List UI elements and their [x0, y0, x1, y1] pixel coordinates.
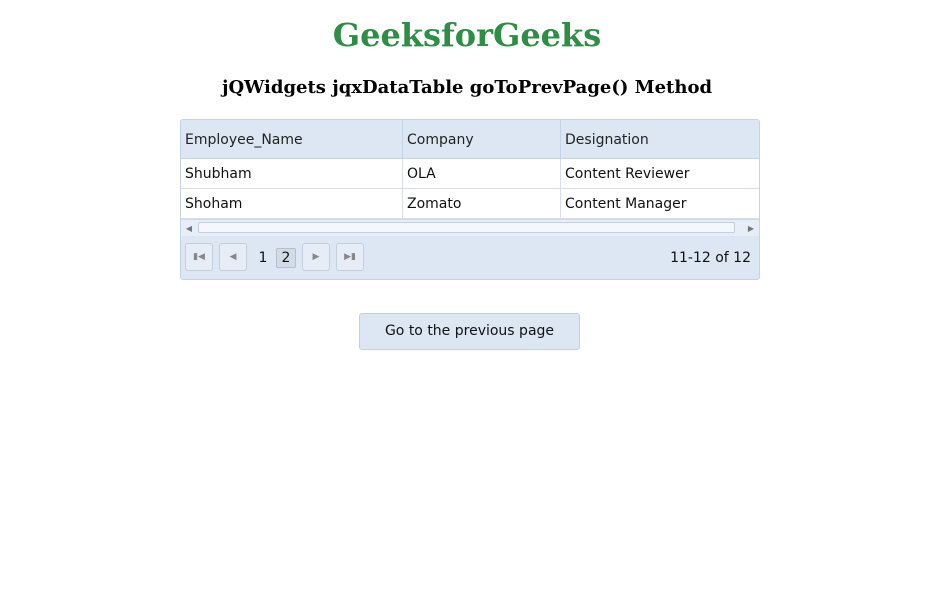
table-row[interactable]: Shoham Zomato Content Manager	[181, 189, 759, 219]
table-row[interactable]: Shubham OLA Content Reviewer	[181, 159, 759, 189]
scrollbar-thumb[interactable]	[198, 222, 735, 233]
table-cell[interactable]: OLA	[403, 159, 561, 189]
page-number-2[interactable]: 2	[276, 248, 296, 268]
next-page-icon: ▶	[312, 252, 320, 262]
data-table: Employee_Name Company Designation Shubha…	[180, 119, 760, 280]
page-subtitle: jQWidgets jqxDataTable goToPrevPage() Me…	[221, 77, 713, 98]
horizontal-scrollbar[interactable]: ◀ ▶	[181, 219, 759, 236]
prev-page-icon: ◀	[229, 252, 237, 262]
last-page-button[interactable]: ▶▮	[336, 243, 364, 271]
table-cell[interactable]: Shubham	[181, 159, 403, 189]
next-page-button[interactable]: ▶	[302, 243, 330, 271]
pager: ▮◀ ◀ 1 2 ▶ ▶▮ 11-12 of 12	[181, 236, 759, 279]
column-header-company[interactable]: Company	[403, 120, 561, 158]
page-number-1[interactable]: 1	[253, 249, 273, 267]
prev-page-button[interactable]: ◀	[219, 243, 247, 271]
table-cell[interactable]: Content Reviewer	[561, 159, 759, 189]
first-page-button[interactable]: ▮◀	[185, 243, 213, 271]
table-header: Employee_Name Company Designation	[181, 120, 759, 159]
pager-info: 11-12 of 12	[670, 250, 751, 266]
scroll-right-icon[interactable]: ▶	[743, 220, 759, 236]
column-header-employee-name[interactable]: Employee_Name	[181, 120, 403, 158]
scroll-left-icon[interactable]: ◀	[181, 220, 197, 236]
go-to-previous-page-button[interactable]: Go to the previous page	[359, 313, 580, 350]
table-cell[interactable]: Content Manager	[561, 189, 759, 219]
table-cell[interactable]: Zomato	[403, 189, 561, 219]
page-title: GeeksforGeeks	[332, 16, 602, 54]
last-page-icon: ▶▮	[344, 252, 356, 262]
table-cell[interactable]: Shoham	[181, 189, 403, 219]
first-page-icon: ▮◀	[193, 252, 205, 262]
column-header-designation[interactable]: Designation	[561, 120, 759, 158]
